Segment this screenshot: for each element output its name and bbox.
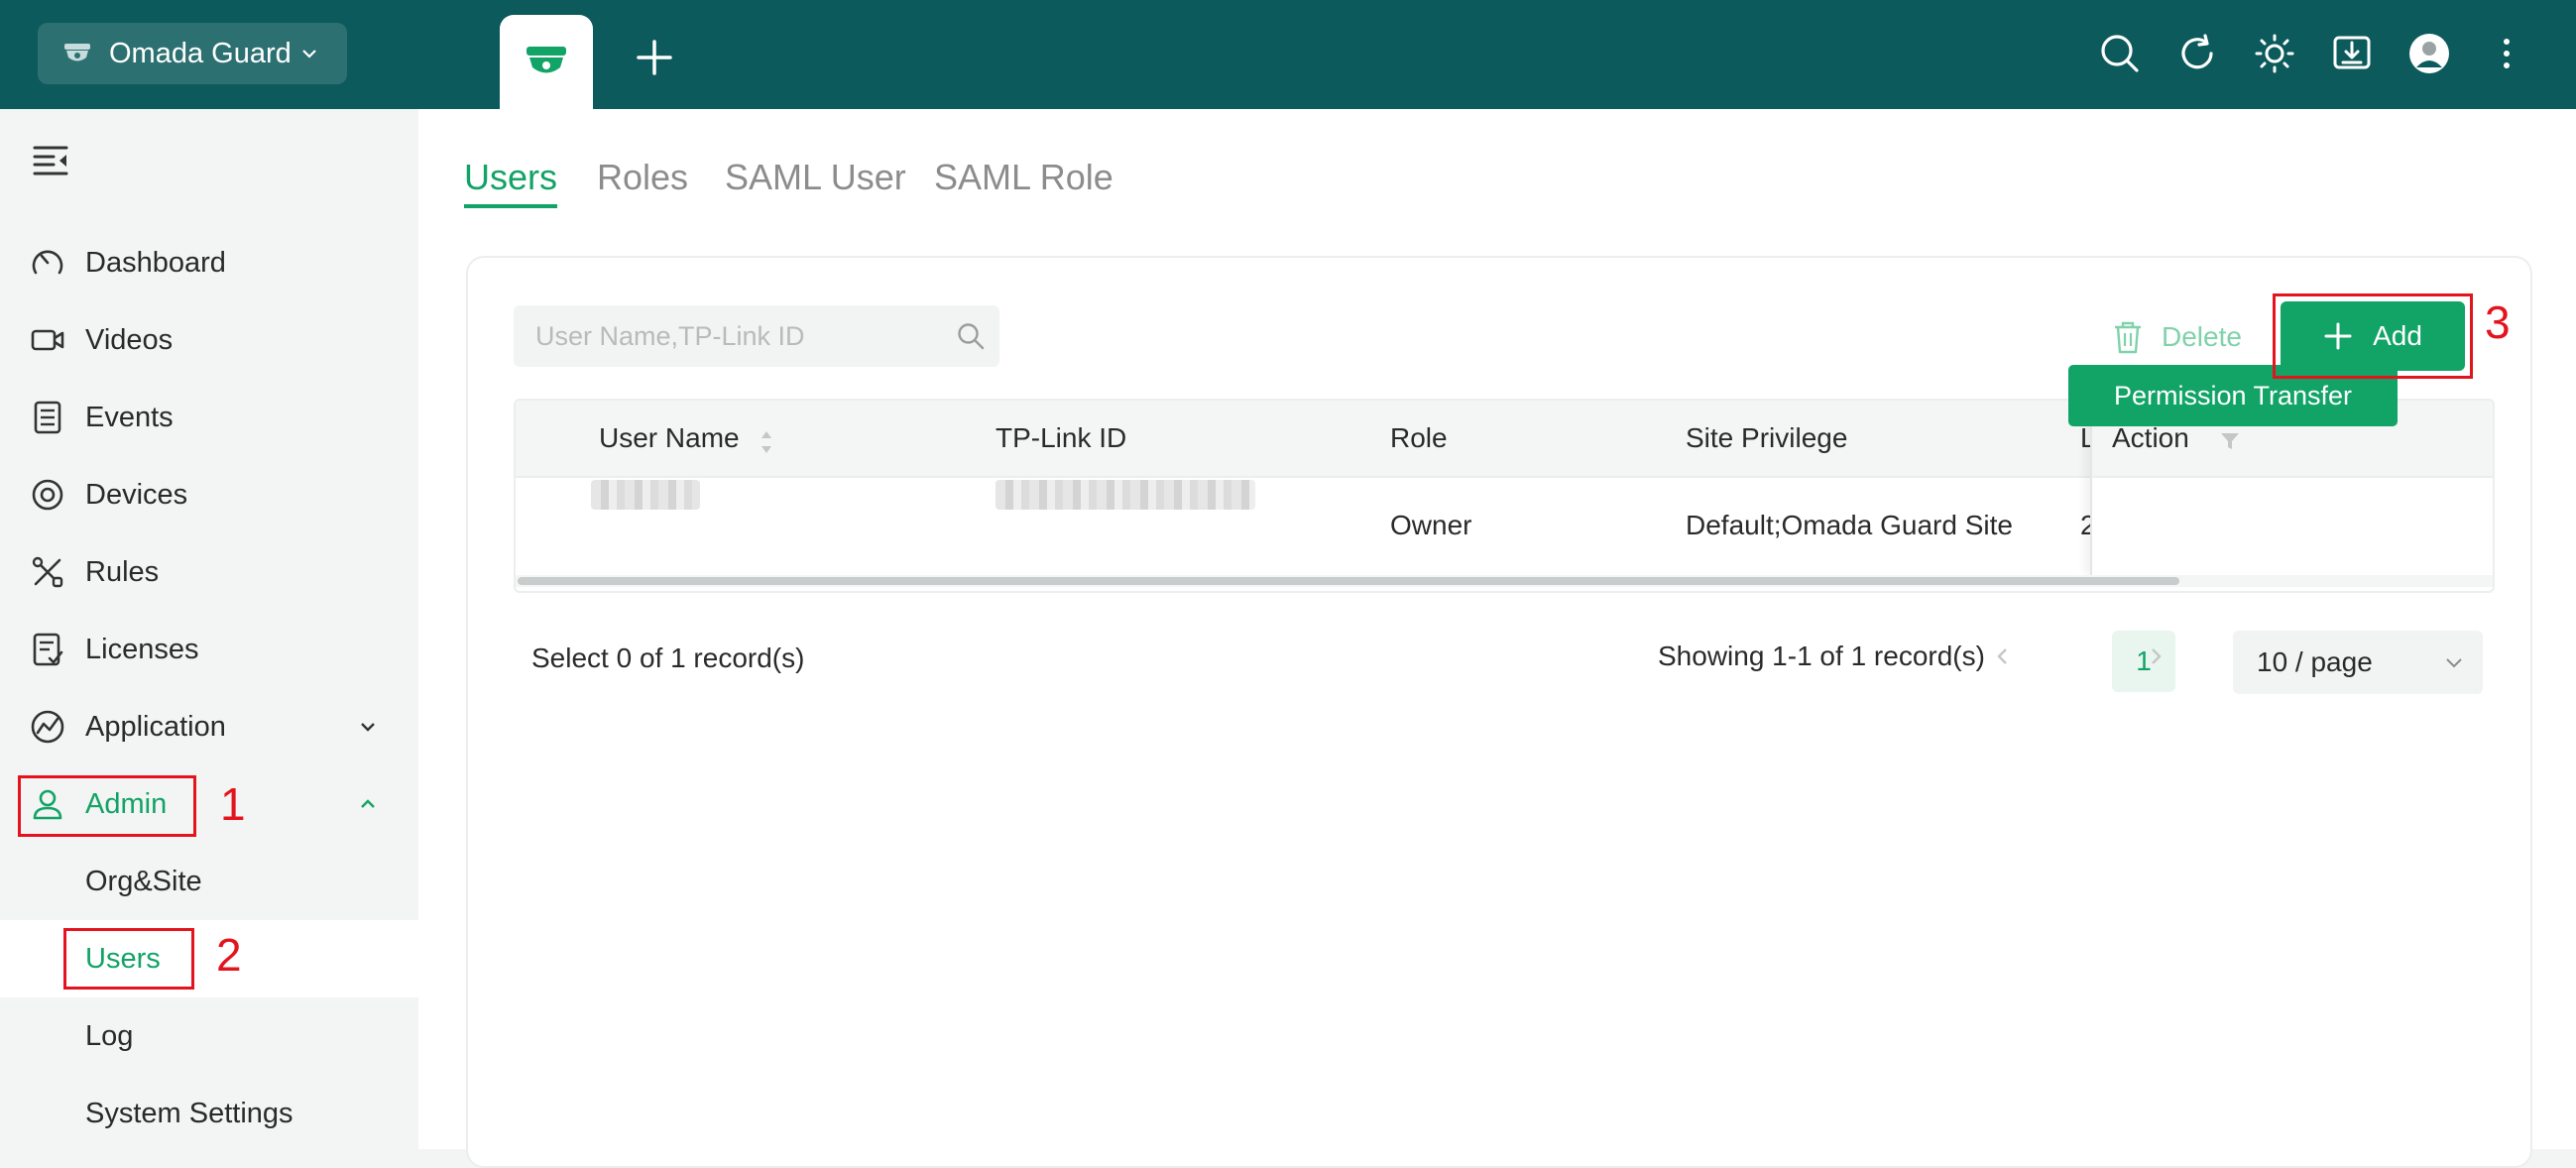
download-icon[interactable]	[2330, 32, 2374, 75]
sidebar: Dashboard Videos Events Devices Rules Li…	[0, 109, 418, 1149]
annotation-box-3	[2273, 293, 2473, 379]
column-header-action: Action	[2112, 422, 2189, 453]
tab-users[interactable]: Users	[464, 157, 557, 198]
application-chart-icon	[31, 710, 64, 744]
column-header-role: Role	[1390, 422, 1448, 453]
sidebar-item-events[interactable]: Events	[0, 379, 418, 456]
sidebar-item-label: Log	[85, 1019, 134, 1052]
search-input[interactable]	[514, 305, 999, 367]
devices-icon	[32, 479, 63, 511]
video-camera-icon	[31, 329, 64, 351]
site-selector[interactable]: Omada Guard	[38, 23, 347, 84]
sidebar-item-label: Application	[85, 710, 226, 743]
trash-icon	[2115, 321, 2141, 354]
users-table: User Name TP-Link ID Role Site Privilege…	[514, 399, 2495, 593]
license-icon	[33, 633, 63, 666]
events-list-icon	[34, 401, 61, 434]
main-content: Users Roles SAML User SAML Role Delete A…	[418, 109, 2576, 1168]
selection-info: Select 0 of 1 record(s)	[531, 642, 805, 673]
scrollbar-thumb[interactable]	[518, 577, 2179, 585]
cell-role: Owner	[1390, 510, 1472, 540]
column-header-user-name[interactable]: User Name	[599, 422, 740, 454]
sidebar-subitem-org-site[interactable]: Org&Site	[0, 843, 418, 920]
sidebar-item-label: Licenses	[85, 633, 199, 665]
sidebar-item-label: Dashboard	[85, 246, 226, 279]
site-selector-label: Omada Guard	[109, 37, 292, 69]
camera-icon	[64, 44, 90, 61]
showing-records: Showing 1-1 of 1 record(s)	[1658, 641, 1985, 671]
chevron-up-icon	[361, 799, 375, 808]
filter-icon[interactable]	[2219, 430, 2241, 452]
column-header-tp-link-id: TP-Link ID	[995, 422, 1127, 453]
dashboard-icon	[32, 250, 63, 275]
theme-sun-icon[interactable]	[2253, 32, 2296, 75]
sidebar-item-label: System Settings	[85, 1097, 293, 1129]
collapse-menu-icon[interactable]	[32, 144, 69, 177]
chevron-down-icon	[361, 723, 375, 732]
users-card: Delete Add User Name TP-Link ID Role Sit…	[466, 256, 2532, 1168]
delete-button[interactable]: Delete	[2112, 309, 2242, 365]
chevron-left-icon[interactable]	[1991, 644, 2015, 668]
refresh-icon[interactable]	[2175, 32, 2219, 75]
sidebar-item-dashboard[interactable]: Dashboard	[0, 224, 418, 301]
tab-saml-user[interactable]: SAML User	[725, 157, 906, 198]
sidebar-item-rules[interactable]: Rules	[0, 533, 418, 611]
annotation-box-1	[18, 775, 196, 837]
annotation-box-2	[63, 928, 194, 990]
chevron-down-icon	[302, 50, 316, 58]
sidebar-item-label: Devices	[85, 478, 188, 511]
column-header-site-privilege: Site Privilege	[1686, 422, 1848, 453]
chevron-right-icon[interactable]	[2144, 644, 2167, 668]
horizontal-scrollbar[interactable]	[516, 575, 2493, 587]
annotation-number-1: 1	[220, 778, 246, 830]
cell-site-privilege: Default;Omada Guard Site	[1686, 510, 2013, 540]
more-vertical-icon[interactable]	[2485, 32, 2528, 75]
sidebar-item-videos[interactable]: Videos	[0, 301, 418, 379]
chevron-down-icon	[2446, 658, 2462, 668]
sidebar-item-licenses[interactable]: Licenses	[0, 611, 418, 688]
avatar[interactable]	[2407, 32, 2451, 75]
annotation-number-3: 3	[2485, 296, 2511, 348]
sort-icon[interactable]	[760, 428, 773, 456]
rules-tools-icon	[32, 556, 63, 588]
delete-label: Delete	[2162, 321, 2242, 352]
camera-icon	[527, 46, 566, 72]
sidebar-subitem-log[interactable]: Log	[0, 997, 418, 1075]
search-icon[interactable]	[956, 321, 986, 351]
add-tab-icon[interactable]	[631, 34, 678, 81]
sidebar-subitem-system-settings[interactable]: System Settings	[0, 1075, 418, 1152]
sidebar-item-application[interactable]: Application	[0, 688, 418, 765]
page-size-select[interactable]: 10 / page	[2233, 631, 2483, 694]
tab-roles[interactable]: Roles	[597, 157, 688, 198]
top-bar: Omada Guard	[0, 0, 2576, 109]
tab-saml-role[interactable]: SAML Role	[934, 157, 1113, 198]
sidebar-item-label: Events	[85, 401, 174, 433]
redacted-tp-link-id	[995, 480, 1255, 510]
sidebar-item-devices[interactable]: Devices	[0, 456, 418, 533]
sidebar-item-label: Org&Site	[85, 865, 202, 897]
redacted-user-name	[591, 480, 700, 510]
search-icon[interactable]	[2098, 32, 2142, 75]
annotation-number-2: 2	[216, 929, 242, 981]
action-column: Action	[2090, 401, 2493, 575]
sidebar-item-label: Rules	[85, 555, 160, 588]
page-size-value: 10 / page	[2257, 646, 2373, 677]
active-tab-indicator	[464, 204, 557, 208]
tab-camera[interactable]	[500, 15, 593, 109]
sidebar-item-label: Videos	[85, 323, 174, 356]
